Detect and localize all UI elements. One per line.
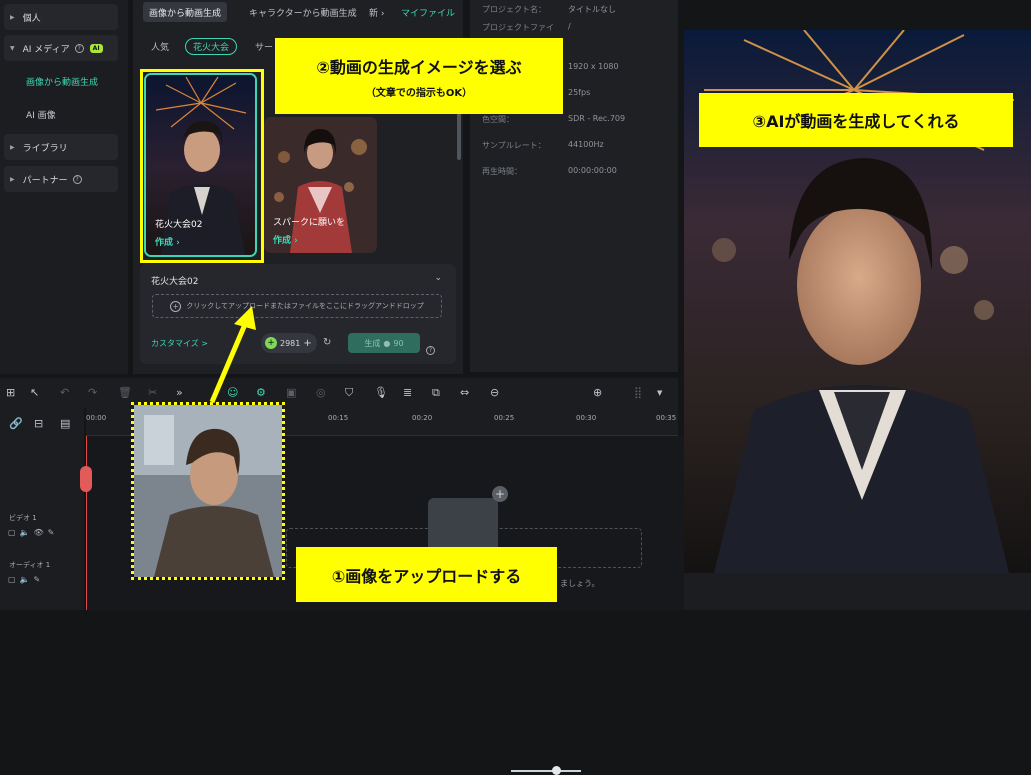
cut-icon[interactable]: ✂ xyxy=(148,386,157,399)
zoom-in-icon[interactable]: ⊕ xyxy=(593,386,602,399)
selection-highlight xyxy=(140,69,264,263)
pointer-icon[interactable]: ↖ xyxy=(30,386,39,399)
upload-dropzone[interactable]: + クリックしてアップロードまたはファイルをここにドラッグアンドドロップ xyxy=(152,294,442,318)
add-media-icon[interactable] xyxy=(428,498,498,554)
card-title: スパークに願いを xyxy=(273,218,346,228)
chip-fireworks[interactable]: 花火大会 xyxy=(185,38,238,55)
template-detail: 花火大会02 ⌄ + クリックしてアップロードまたはファイルをここにドラッグアン… xyxy=(140,264,456,364)
tab-image-to-video[interactable]: 画像から動画生成 xyxy=(143,2,228,22)
detail-title: 花火大会02 xyxy=(151,277,199,287)
sidebar-item-ai-media[interactable]: ▼ AI メディア ? AI xyxy=(4,35,118,61)
uploaded-image-frame xyxy=(131,402,285,580)
callout-step1: ①画像をアップロードする xyxy=(296,547,557,602)
link-icon[interactable]: 🔗 xyxy=(9,417,23,430)
chevron-down-icon: ▼ xyxy=(10,44,15,52)
track-headers: 🔗 ⊟ ▤ ビデオ 1 ▢🔈👁✎ オーディオ 1 ▢🔈✎ xyxy=(0,408,84,610)
forward-icon[interactable]: » xyxy=(176,386,183,399)
fit-icon[interactable]: ⇔ xyxy=(460,386,469,399)
chip-popular[interactable]: 人気 xyxy=(151,40,169,53)
sidebar-sub-ai-image[interactable]: AI 画像 xyxy=(26,108,56,121)
arrow-icon xyxy=(209,306,256,403)
track-menu-icon[interactable]: ▤ xyxy=(60,417,70,430)
sidebar: ▶ 個人 ▼ AI メディア ? AI 画像から動画生成 AI 画像 ▶ ライブ… xyxy=(0,0,128,374)
sidebar-item-label: ライブラリ xyxy=(22,143,68,154)
sidebar-sub-image-to-video[interactable]: 画像から動画生成 xyxy=(26,75,98,88)
generate-button[interactable]: 生成 ● 90 xyxy=(348,333,420,353)
track-controls-audio[interactable]: ▢🔈✎ xyxy=(8,575,44,584)
help-icon[interactable]: ? xyxy=(426,337,435,356)
refresh-icon[interactable]: ↻ xyxy=(323,337,331,348)
tab-more[interactable]: 新 › xyxy=(363,2,390,22)
camera-icon[interactable]: ▣ xyxy=(286,386,296,399)
microphone-icon[interactable]: 🎙 xyxy=(374,386,388,399)
record-icon[interactable]: ◎ xyxy=(316,386,326,399)
callout-step2-title: ②動画の生成イメージを選ぶ xyxy=(316,57,522,77)
sidebar-item-personal[interactable]: ▶ 個人 xyxy=(4,4,118,30)
plus-icon: + xyxy=(492,486,508,502)
clip-icon[interactable]: ⧉ xyxy=(432,386,440,400)
zoom-slider-track[interactable] xyxy=(511,770,581,772)
tab-character-to-video[interactable]: キャラクターから動画生成 xyxy=(243,2,363,22)
tick-label: 00:15 xyxy=(328,414,349,422)
track-label-audio: オーディオ 1 xyxy=(9,561,51,569)
add-credits-icon: + xyxy=(303,337,312,349)
shield-icon[interactable]: ⛉ xyxy=(345,386,353,400)
callout-step3: ③AIが動画を生成してくれる xyxy=(699,93,1013,147)
audio-list-icon[interactable]: ≣ xyxy=(403,386,412,399)
redo-icon[interactable]: ↷ xyxy=(88,386,97,399)
tick-label: 00:20 xyxy=(412,414,433,422)
credit-coin-icon: ● xyxy=(383,338,391,348)
playhead-handle[interactable] xyxy=(80,466,92,492)
tab-my-files[interactable]: マイファイル xyxy=(395,2,461,22)
zoom-out-icon[interactable]: ⊖ xyxy=(490,386,499,399)
info-row-duration: 再生時間： 00:00:00:00 xyxy=(482,166,617,176)
sidebar-item-label: 個人 xyxy=(22,13,41,24)
tick-label: 00:30 xyxy=(576,414,597,422)
track-label-video: ビデオ 1 xyxy=(9,514,37,522)
sidebar-item-partner[interactable]: ▶ パートナー ? xyxy=(4,166,118,192)
add-icon: + xyxy=(170,300,182,312)
info-row-project-name: プロジェクト名： タイトルなし xyxy=(482,5,616,14)
layout-icon[interactable]: ⊞ xyxy=(6,386,15,399)
sidebar-item-label: AI メディア xyxy=(22,44,70,55)
tick-label: 00:00 xyxy=(86,414,107,422)
sidebar-item-library[interactable]: ▶ ライブラリ xyxy=(4,134,118,160)
preview-controls xyxy=(684,573,1031,610)
tick-label: 00:25 xyxy=(494,414,515,422)
info-row-color-space: 色空間： SDR - Rec.709 xyxy=(482,114,626,124)
help-icon[interactable]: ? xyxy=(72,174,82,184)
info-row-project-file: プロジェクトファイ / xyxy=(482,22,571,32)
generate-cost: 90 xyxy=(393,338,404,348)
template-card[interactable]: スパークに願いを 作成 › xyxy=(264,117,377,253)
delete-icon[interactable]: 🗑 xyxy=(118,386,132,399)
generate-label: 生成 xyxy=(364,338,381,348)
track-controls-video[interactable]: ▢🔈👁✎ xyxy=(8,528,58,537)
playhead[interactable] xyxy=(86,436,87,610)
drop-hint: ましょう。 xyxy=(560,579,600,588)
chip-summer[interactable]: サー xyxy=(255,40,273,53)
sidebar-item-label: パートナー xyxy=(22,175,68,186)
credits-value: 2981 xyxy=(280,338,301,348)
tick-label: 00:35 xyxy=(656,414,677,422)
chevron-down-icon[interactable]: ⌄ xyxy=(434,273,442,283)
uploaded-photo xyxy=(134,405,282,577)
chevron-right-icon: ▶ xyxy=(10,143,15,151)
callout-step2: ②動画の生成イメージを選ぶ （文章での指示もOK） xyxy=(275,38,563,114)
zoom-slider-handle[interactable] xyxy=(552,766,561,775)
undo-icon[interactable]: ↶ xyxy=(60,386,69,399)
create-link[interactable]: 作成 › xyxy=(273,233,298,246)
chevron-right-icon: ▶ xyxy=(10,175,15,183)
help-icon[interactable]: ? xyxy=(74,43,84,53)
chevron-right-icon: ▶ xyxy=(10,13,15,21)
info-row-sample-rate: サンプルレート： 44100Hz xyxy=(482,140,604,150)
dropdown-icon[interactable]: ▼ xyxy=(657,389,662,397)
timeline-toolbar: ⊞ ↖ ↶ ↷ 🗑 ✂ » ☺ ⚙ ▣ ◎ ⛉ 🎙 ≣ ⧉ ⇔ ⊖ ⊕ ⣿ ▼ xyxy=(0,378,678,775)
callout-step2-sub: （文章での指示もOK） xyxy=(365,87,473,99)
add-track-icon[interactable]: ⊟ xyxy=(34,417,43,430)
grid-icon[interactable]: ⣿ xyxy=(634,386,642,399)
ai-badge: AI xyxy=(89,43,103,53)
